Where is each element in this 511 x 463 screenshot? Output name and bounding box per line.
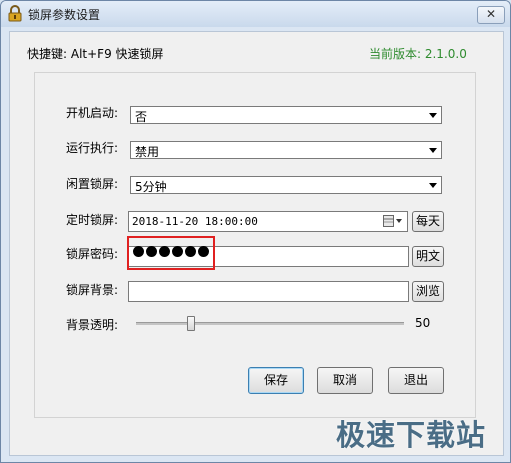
transparency-label: 背景透明: xyxy=(66,318,119,332)
password-highlight-box xyxy=(127,236,215,270)
exit-button[interactable]: 退出 xyxy=(388,367,444,394)
browse-button[interactable]: 浏览 xyxy=(412,281,444,302)
version-label: 当前版本: 2.1.0.0 xyxy=(369,47,467,61)
timed-lock-label: 定时锁屏: xyxy=(66,213,119,227)
transparency-value: 50 xyxy=(415,316,431,330)
cancel-button[interactable]: 取消 xyxy=(317,367,373,394)
background-path-input[interactable] xyxy=(128,281,409,302)
transparency-slider[interactable] xyxy=(136,322,404,325)
chevron-down-icon xyxy=(425,107,441,123)
idle-lock-select[interactable]: 5分钟 xyxy=(130,176,442,194)
timed-lock-datetime[interactable]: 2018-11-20 18:00:00 xyxy=(128,211,408,232)
lock-app-icon xyxy=(8,5,22,22)
chevron-down-icon xyxy=(425,177,441,193)
run-label: 运行执行: xyxy=(66,141,119,155)
password-label: 锁屏密码: xyxy=(66,247,119,261)
startup-select[interactable]: 否 xyxy=(130,106,442,124)
transparency-slider-thumb[interactable] xyxy=(187,316,195,331)
show-password-button[interactable]: 明文 xyxy=(412,246,444,267)
save-button[interactable]: 保存 xyxy=(248,367,304,394)
calendar-dropdown-icon[interactable] xyxy=(383,215,403,231)
close-button[interactable]: ✕ xyxy=(477,6,505,24)
watermark-text: 极速下载站 xyxy=(336,418,487,452)
idle-lock-label: 闲置锁屏: xyxy=(66,177,119,191)
idle-lock-value: 5分钟 xyxy=(135,180,167,194)
window-title: 锁屏参数设置 xyxy=(28,8,101,22)
timed-lock-value: 2018-11-20 18:00:00 xyxy=(132,215,258,228)
title-bar[interactable]: 锁屏参数设置 ✕ xyxy=(1,1,510,27)
background-label: 锁屏背景: xyxy=(66,283,119,297)
startup-value: 否 xyxy=(135,110,148,124)
daily-repeat-button[interactable]: 每天 xyxy=(412,211,444,232)
hotkey-hint: 快捷键: Alt+F9 快速锁屏 xyxy=(27,47,164,61)
chevron-down-icon xyxy=(425,142,441,158)
startup-label: 开机启动: xyxy=(66,106,119,120)
run-value: 禁用 xyxy=(135,145,160,159)
run-select[interactable]: 禁用 xyxy=(130,141,442,159)
